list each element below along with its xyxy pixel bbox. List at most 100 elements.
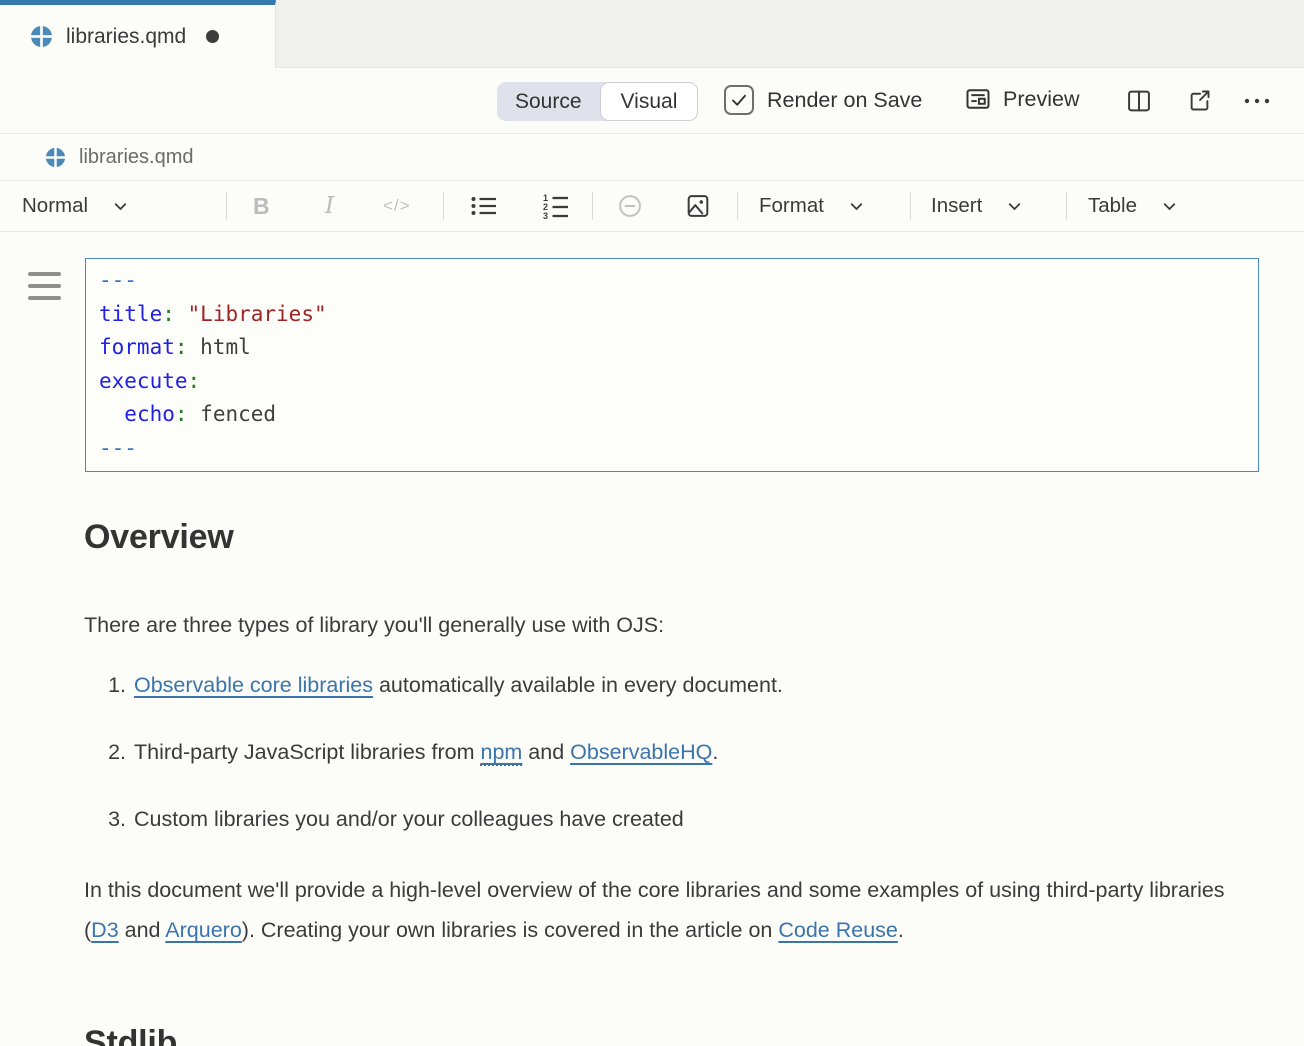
yaml-token-colon: : (162, 302, 175, 326)
toolbar-divider (1066, 192, 1067, 220)
toolbar-divider (443, 192, 444, 220)
yaml-token-colon: : (188, 369, 201, 393)
visual-mode-button[interactable]: Visual (600, 82, 699, 121)
numbered-list-button[interactable]: 123 (541, 181, 571, 231)
breadcrumb-bar: libraries.qmd (0, 134, 1304, 181)
yaml-token-colon: : (175, 402, 188, 426)
heading-overview: Overview (84, 518, 234, 557)
image-icon (684, 192, 712, 220)
yaml-line: format: html (99, 331, 1248, 365)
check-icon (729, 90, 749, 110)
source-mode-button[interactable]: Source (497, 82, 600, 121)
link[interactable]: Observable core libraries (134, 673, 373, 697)
text-run: and (522, 740, 570, 764)
code-button[interactable]: </> (383, 181, 411, 231)
text-run: Third-party JavaScript libraries from (134, 740, 480, 764)
link[interactable]: Code Reuse (778, 918, 898, 942)
bullet-list-button[interactable] (469, 181, 499, 231)
italic-button[interactable]: I (325, 181, 334, 231)
link-icon (616, 192, 644, 220)
more-actions-button[interactable] (1243, 90, 1271, 118)
format-menu[interactable]: Format (759, 181, 865, 231)
render-on-save-label: Render on Save (767, 88, 922, 113)
tab-libraries-qmd[interactable]: libraries.qmd (0, 0, 276, 68)
list-item: 2.Third-party JavaScript libraries from … (84, 732, 1234, 772)
heading-stdlib: Stdlib (84, 1024, 177, 1046)
link[interactable]: D3 (91, 918, 118, 942)
block-menu-handle[interactable] (28, 272, 61, 308)
numbered-list-icon: 123 (541, 192, 571, 220)
render-on-save-checkbox[interactable] (724, 85, 754, 115)
closing-paragraph: In this document we'll provide a high-le… (84, 870, 1230, 950)
text-run: and (119, 918, 166, 942)
yaml-token-key: format (99, 335, 175, 359)
breadcrumb-file[interactable]: libraries.qmd (45, 134, 193, 180)
preview-icon (964, 85, 992, 113)
yaml-line: --- (99, 264, 1248, 298)
list-item: 3.Custom libraries you and/or your colle… (84, 799, 1234, 839)
editor-toolbar: Source Visual Render on Save Preview (0, 68, 1304, 134)
yaml-token-plain (175, 302, 188, 326)
bold-icon: B (253, 193, 270, 220)
paragraph-style-dropdown[interactable]: Normal (22, 181, 129, 231)
render-on-save-group: Render on Save (724, 85, 922, 115)
handle-bar (28, 296, 61, 300)
chevron-down-icon (1006, 198, 1023, 215)
yaml-token-dash: --- (99, 268, 137, 292)
table-menu-label: Table (1088, 194, 1137, 218)
yaml-token-colon: : (175, 335, 188, 359)
yaml-token-plain (99, 402, 124, 426)
link[interactable]: ObservableHQ (570, 740, 712, 764)
yaml-line: --- (99, 432, 1248, 466)
format-menu-label: Format (759, 194, 824, 218)
code-icon: </> (383, 196, 411, 216)
list-item-text: Third-party JavaScript libraries from np… (134, 732, 718, 772)
toolbar-divider (910, 192, 911, 220)
handle-bar (28, 284, 61, 288)
paragraph-style-label: Normal (22, 194, 88, 218)
chevron-down-icon (848, 198, 865, 215)
open-external-button[interactable] (1186, 87, 1214, 115)
unsaved-changes-indicator (206, 30, 219, 43)
yaml-line: execute: (99, 365, 1248, 399)
image-button[interactable] (684, 181, 712, 231)
handle-bar (28, 272, 61, 276)
bold-button[interactable]: B (253, 181, 270, 231)
yaml-line: title: "Libraries" (99, 298, 1248, 332)
editor-canvas[interactable]: ---title: "Libraries"format: htmlexecute… (0, 232, 1304, 1046)
table-menu[interactable]: Table (1088, 181, 1178, 231)
breadcrumb-file-label: libraries.qmd (79, 146, 193, 169)
bullet-list-icon (469, 193, 499, 219)
text-run: . (898, 918, 904, 942)
list-marker: 3. (84, 799, 126, 839)
split-editor-button[interactable] (1125, 87, 1153, 115)
yaml-token-string: "Libraries" (188, 302, 327, 326)
text-run: . (712, 740, 718, 764)
tab-bar: libraries.qmd (0, 0, 1304, 68)
insert-menu[interactable]: Insert (931, 181, 1023, 231)
preview-button[interactable]: Preview (964, 85, 1079, 113)
intro-paragraph: There are three types of library you'll … (84, 605, 664, 645)
tab-title: libraries.qmd (66, 25, 186, 49)
list-marker: 2. (84, 732, 126, 772)
link[interactable]: npm (480, 740, 522, 766)
open-external-icon (1186, 87, 1213, 114)
yaml-token-plain: html (188, 335, 251, 359)
yaml-token-key: echo (124, 402, 175, 426)
svg-text:3: 3 (543, 211, 548, 220)
link-button[interactable] (616, 181, 644, 231)
insert-menu-label: Insert (931, 194, 982, 218)
mode-toggle: Source Visual (497, 82, 698, 121)
text-run: ). Creating your own libraries is covere… (242, 918, 779, 942)
yaml-token-plain: fenced (188, 402, 277, 426)
yaml-metadata-block[interactable]: ---title: "Libraries"format: htmlexecute… (85, 258, 1259, 472)
yaml-line: echo: fenced (99, 398, 1248, 432)
quarto-file-icon (45, 147, 66, 168)
yaml-token-dash: --- (99, 436, 137, 460)
link[interactable]: Arquero (165, 918, 242, 942)
italic-icon: I (325, 193, 334, 219)
yaml-token-key: execute (99, 369, 188, 393)
list-item: 1.Observable core libraries automaticall… (84, 665, 1234, 705)
ordered-list: 1.Observable core libraries automaticall… (84, 665, 1234, 866)
ellipsis-icon (1243, 90, 1271, 112)
